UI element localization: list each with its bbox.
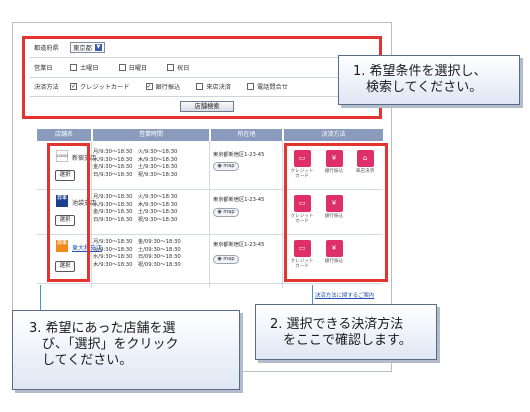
col-header-payment: 決済方法 [283, 129, 383, 141]
business-hours: 月/9:30〜18:30 火/9:30〜18:30 水/9:30〜18:30 木… [93, 194, 178, 224]
map-button[interactable]: ◉ map [213, 255, 239, 264]
highlight-search-conditions [22, 36, 382, 119]
shop-address: 東京都新宿区1-23-45 [213, 152, 265, 158]
map-label: map [223, 209, 235, 215]
map-label: map [223, 163, 235, 169]
callout-leader [40, 285, 41, 311]
map-label: map [223, 256, 235, 262]
highlight-payment-column [284, 143, 388, 282]
business-hours: 月/9:30〜18:30 金/09:30〜18:30 火/9:30〜18:30 … [93, 239, 181, 269]
callout-leader [312, 285, 313, 305]
callout-step-1: 1. 希望条件を選択し、 検索してください。 [338, 55, 520, 105]
highlight-shop-column [47, 143, 90, 282]
shop-address: 東京都新宿区1-23-45 [213, 242, 265, 248]
business-hours: 月/9:30〜18:30 火/9:30〜18:30 水/9:30〜18:30 木… [93, 149, 178, 179]
callout-step-2: 2. 選択できる決済方法 をここで確認します。 [255, 304, 437, 360]
payment-info-link[interactable]: 決済方法に関するご案内 [315, 291, 374, 299]
callout-step-3: 3. 希望にあった店舗を選 び、「選択」をクリック してください。 [12, 310, 240, 390]
divider [37, 283, 383, 284]
divider [91, 141, 92, 288]
shop-address: 東京都新宿区1-23-45 [213, 197, 265, 203]
col-header-shop: 店舗名 [37, 129, 91, 141]
col-header-hours: 営業時間 [92, 129, 209, 141]
divider [282, 141, 283, 288]
map-button[interactable]: ◉ map [213, 208, 239, 217]
divider [209, 141, 210, 288]
map-button[interactable]: ◉ map [213, 162, 239, 171]
col-header-address: 所在地 [210, 129, 282, 141]
